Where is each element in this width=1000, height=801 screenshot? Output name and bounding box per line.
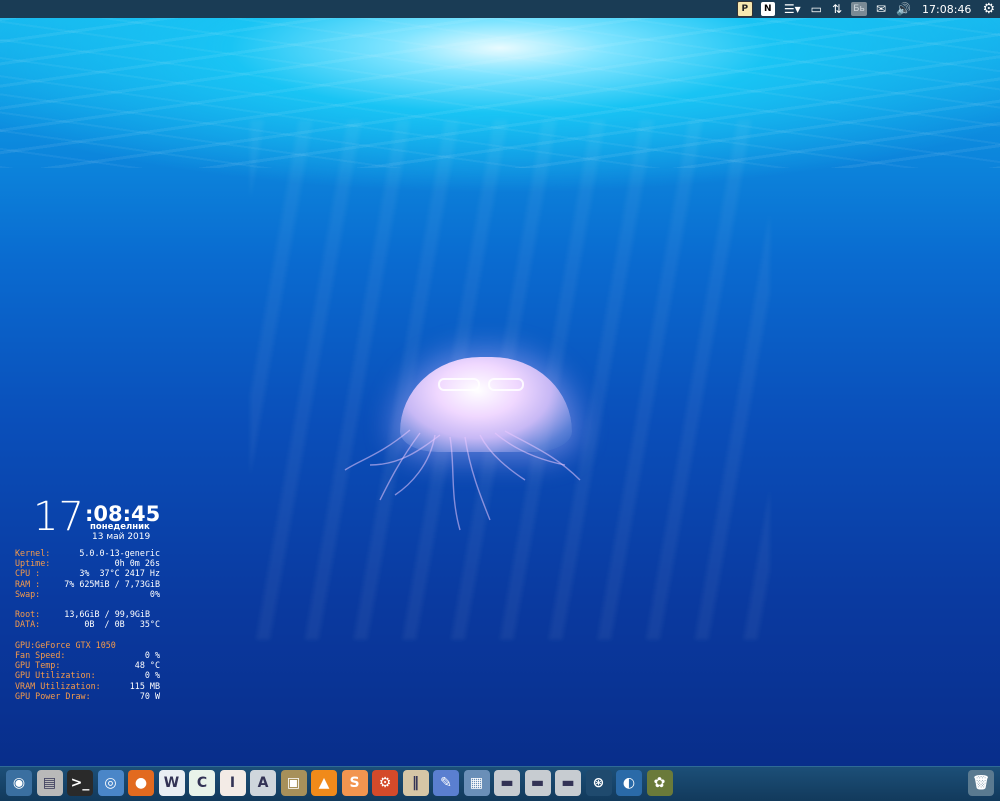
steam-icon[interactable]: ⊛ xyxy=(585,770,612,796)
trash-icon[interactable]: 🗑 xyxy=(968,770,994,796)
settings-app-icon[interactable]: ⚙ xyxy=(372,770,398,796)
pencils-icon[interactable]: ✎ xyxy=(433,770,459,796)
conky-row-kernel: Kernel: 5.0.0-13-generic xyxy=(15,548,160,558)
tray-p-icon[interactable]: P xyxy=(736,1,753,17)
conky-row-ram: RAM :7% 625MiB / 7,73GiB xyxy=(15,578,160,589)
conky-row-cpu: CPU :3% 37°C 2417 Hz xyxy=(15,568,160,579)
conky-clock: 17 :08:45 понеделник 13 май 2019 xyxy=(15,494,160,548)
keyboard-layout-icon[interactable]: Бь xyxy=(851,2,868,16)
clipboard-icon[interactable]: ▭ xyxy=(811,0,822,18)
panel-clock[interactable]: 17:08:46 xyxy=(922,3,971,16)
conky-row-fan: Fan Speed: 0 % xyxy=(15,650,160,660)
gear-icon[interactable]: ⚙ xyxy=(982,0,995,18)
drive-icon-2[interactable]: ▬ xyxy=(524,770,551,796)
conky-row-data: DATA: 0B / 0B 35°C xyxy=(15,619,160,630)
conky-row-gpu-util: GPU Utilization: 0 % xyxy=(15,670,160,681)
volume-icon[interactable]: 🔊 xyxy=(896,0,911,18)
conky-row-uptime: Uptime: 0h 0m 26s xyxy=(15,558,160,569)
mail-icon[interactable]: ✉ xyxy=(876,0,886,18)
top-panel: P N ☰▾ ▭ ⇅ Бь ✉ 🔊 17:08:46 ⚙ xyxy=(0,0,1000,18)
conky-row-power: GPU Power Draw: 70 W xyxy=(15,690,160,701)
vlc-icon[interactable]: ▲ xyxy=(311,770,337,796)
screenshot-icon[interactable]: ▦ xyxy=(463,770,490,796)
jellyfish-tentacles xyxy=(344,429,581,531)
file-manager-icon[interactable]: ▤ xyxy=(36,770,63,796)
network-arrows-icon[interactable]: ⇅ xyxy=(832,0,842,18)
drive-icon-1[interactable]: ▬ xyxy=(494,770,520,796)
books-icon[interactable]: ‖ xyxy=(402,770,429,796)
writer-icon[interactable]: W xyxy=(158,770,185,796)
software-icon[interactable]: A xyxy=(250,770,276,796)
conky-hour: 17 xyxy=(33,494,84,540)
dock: ◉ ▤ >_ ◎ ● W C I A ▣ ▲ S ⚙ ‖ ✎ ▦ ▬ ▬ ▬ ⊛ ◐ ✿ 🗑 xyxy=(0,766,1000,801)
jellyfish-gonad-left xyxy=(438,378,480,391)
menu-list-icon[interactable]: ☰▾ xyxy=(784,0,801,18)
conky-row-swap: Swap: 0% xyxy=(15,588,160,599)
drive-icon-3[interactable]: ▬ xyxy=(555,770,581,796)
conky-row-vram: VRAM Utilization: 115 MB xyxy=(15,680,160,691)
monitor-icon[interactable]: ◐ xyxy=(616,770,642,796)
conky-gpu-title: GPU:GeForce GTX 1050 xyxy=(15,639,116,650)
chromium-icon[interactable]: ◎ xyxy=(97,770,124,796)
terminal-icon[interactable]: >_ xyxy=(67,770,93,796)
tray-n-icon[interactable]: N xyxy=(760,2,775,16)
conky-row-root: Root: 13,6GiB / 99,9GiB xyxy=(15,609,150,620)
firefox-icon[interactable]: ● xyxy=(128,770,154,796)
conky-row-gpu-temp: GPU Temp: 48 °C xyxy=(15,660,160,671)
jellyfish-gonad-right xyxy=(488,378,524,391)
calc-icon[interactable]: C xyxy=(189,770,215,796)
ubuntu-menu-icon[interactable]: ◉ xyxy=(6,770,32,796)
game-icon[interactable]: ✿ xyxy=(646,770,673,796)
conky-weekday: понеделник xyxy=(90,522,150,532)
sublime-icon[interactable]: S xyxy=(341,770,368,796)
conky-widget: 17 :08:45 понеделник 13 май 2019 Kernel:… xyxy=(15,494,160,701)
archive-icon[interactable]: ▣ xyxy=(280,770,307,796)
impress-icon[interactable]: I xyxy=(219,770,246,796)
conky-date: 13 май 2019 xyxy=(92,532,151,542)
